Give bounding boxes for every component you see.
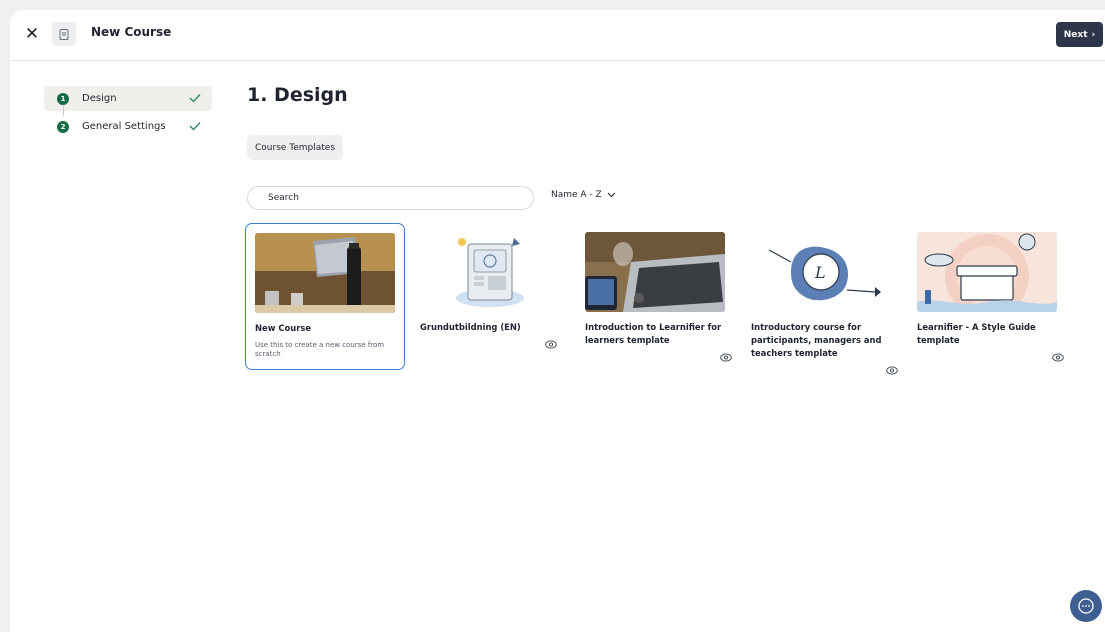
sort-label: Name A - Z <box>551 190 602 200</box>
card-thumbnail: L <box>751 232 891 312</box>
template-card[interactable]: Introduction to Learnifier for learners … <box>576 223 736 370</box>
step-number: 2 <box>57 120 69 133</box>
close-icon[interactable]: ✕ <box>22 24 42 44</box>
card-title: Introductory course for participants, ma… <box>751 322 882 358</box>
card-description: Use this to create a new course from scr… <box>255 341 385 358</box>
step-label: Design <box>82 93 117 104</box>
template-card[interactable]: L Introductory course for participants, … <box>742 223 902 375</box>
template-card[interactable]: New Course Use this to create a new cour… <box>245 223 405 370</box>
card-title: New Course <box>255 323 311 333</box>
eye-icon[interactable] <box>545 340 557 349</box>
eye-icon[interactable] <box>720 353 732 362</box>
sort-dropdown[interactable]: Name A - Z <box>551 190 616 200</box>
card-title: Introduction to Learnifier for learners … <box>585 322 722 345</box>
svg-text:L: L <box>814 263 826 282</box>
card-thumbnail <box>420 232 560 312</box>
document-icon[interactable] <box>52 22 76 46</box>
card-thumbnail <box>585 232 725 312</box>
card-title: Learnifier - A Style Guide template <box>917 322 1036 345</box>
course-wizard-window: ✕ New Course Next › 1 Design 2 General S… <box>10 10 1105 632</box>
tab-course-templates[interactable]: Course Templates <box>247 135 344 160</box>
next-button[interactable]: Next › <box>1056 22 1103 47</box>
chevron-down-icon <box>607 192 616 198</box>
check-icon <box>189 122 201 131</box>
next-button-label: Next <box>1063 29 1088 40</box>
check-icon <box>189 94 201 103</box>
top-bar: ✕ New Course Next › <box>10 10 1105 61</box>
eye-icon[interactable] <box>886 366 898 375</box>
template-card[interactable]: Learnifier - A Style Guide template <box>908 223 1068 370</box>
template-card[interactable]: Grundutbildning (EN) <box>411 223 571 370</box>
step-number: 1 <box>57 92 69 105</box>
card-thumbnail <box>917 232 1057 312</box>
step-design[interactable]: 1 Design <box>44 86 212 116</box>
step-list: 1 Design 2 General Settings <box>44 86 212 139</box>
step-general-settings[interactable]: 2 General Settings <box>44 114 212 139</box>
search-input[interactable]: Search <box>247 186 534 210</box>
card-thumbnail <box>255 233 395 313</box>
section-heading: 1. Design <box>247 84 348 106</box>
card-title: Grundutbildning (EN) <box>420 322 521 332</box>
chat-icon[interactable] <box>1070 590 1102 622</box>
step-label: General Settings <box>82 121 166 132</box>
chevron-right-icon: › <box>1091 29 1096 40</box>
eye-icon[interactable] <box>1052 353 1064 362</box>
page-title: New Course <box>91 25 172 39</box>
